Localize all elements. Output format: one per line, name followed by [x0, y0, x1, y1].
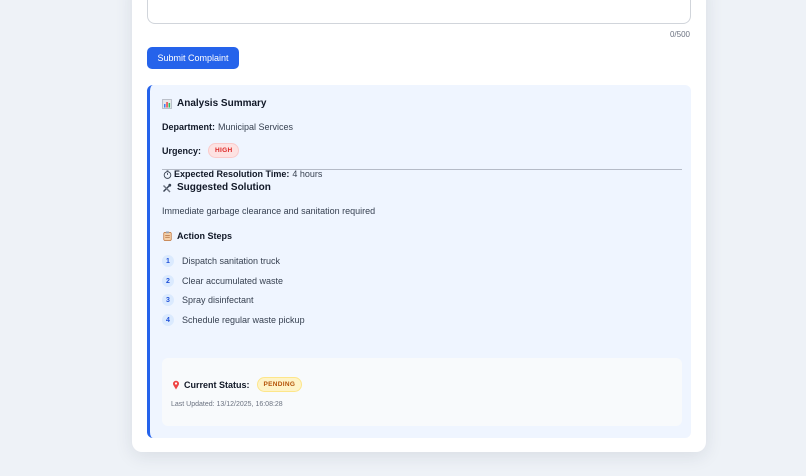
pin-icon	[171, 380, 181, 390]
last-updated: Last Updated: 13/12/2025, 16:08:28	[171, 401, 283, 408]
resolution-line: Expected Resolution Time: 4 hours	[162, 169, 322, 179]
bar-chart-icon	[162, 98, 172, 109]
analysis-panel: Analysis Summary Department: Municipal S…	[147, 85, 691, 438]
analysis-summary-heading: Analysis Summary	[162, 98, 267, 109]
clipboard-icon	[162, 231, 172, 241]
list-item: 4 Schedule regular waste pickup	[162, 314, 305, 326]
complaint-card: 0/500 Submit Complaint Analysis Summary …	[132, 0, 706, 452]
status-line: Current Status: PENDING	[171, 377, 303, 392]
action-steps-heading: Action Steps	[162, 231, 232, 241]
suggested-solution-heading: Suggested Solution	[162, 182, 271, 193]
list-item: 3 Spray disinfectant	[162, 294, 254, 306]
complaint-textarea[interactable]	[147, 0, 691, 24]
status-box: Current Status: PENDING Last Updated: 13…	[162, 358, 682, 426]
list-item: 1 Dispatch sanitation truck	[162, 255, 280, 267]
status-badge: PENDING	[256, 377, 303, 392]
list-item: 2 Clear accumulated waste	[162, 275, 283, 287]
section-divider	[162, 169, 682, 170]
tools-icon	[162, 183, 172, 193]
char-count: 0/500	[669, 30, 690, 39]
urgency-badge: HIGH	[208, 143, 240, 158]
solution-text: Immediate garbage clearance and sanitati…	[162, 206, 376, 216]
submit-complaint-button[interactable]: Submit Complaint	[147, 47, 239, 69]
department-line: Department: Municipal Services	[162, 122, 294, 132]
urgency-line: Urgency: HIGH	[162, 143, 240, 158]
stopwatch-icon	[162, 169, 172, 179]
